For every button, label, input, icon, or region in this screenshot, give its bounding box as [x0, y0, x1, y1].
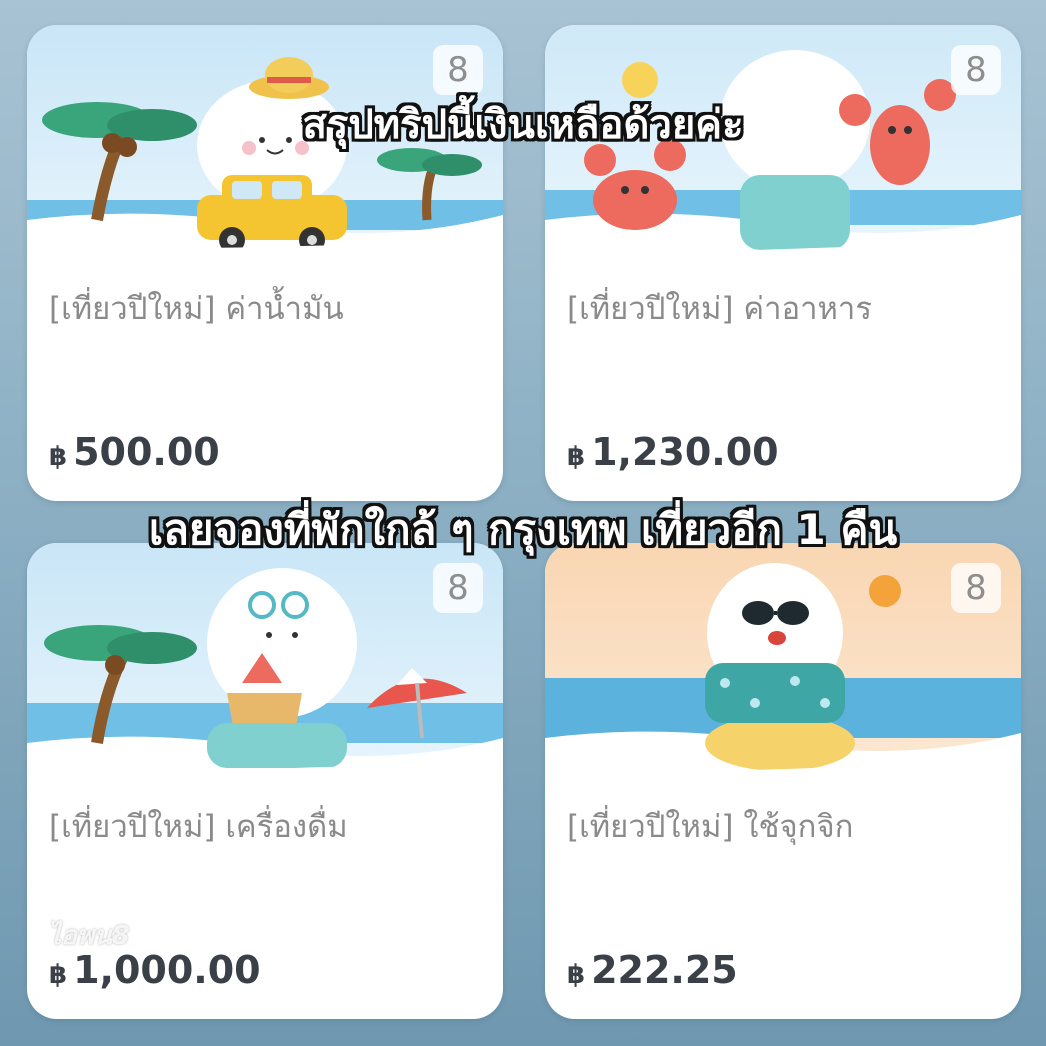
expense-title: [เที่ยวปีใหม่] เครื่องดื่ม	[49, 809, 348, 845]
member-count-badge: 8	[433, 45, 483, 95]
amount-value: 222.25	[591, 948, 738, 992]
amount-value: 500.00	[73, 430, 220, 474]
currency-symbol: ฿	[567, 442, 586, 472]
member-count-badge: 8	[951, 563, 1001, 613]
expense-title: [เที่ยวปีใหม่] ใช้จุกจิก	[567, 809, 854, 845]
card-illustration	[545, 543, 1021, 778]
watermark: ไอพน8	[48, 921, 130, 951]
expense-card-misc[interactable]: 8 [เที่ยวปีใหม่] ใช้จุกจิก ฿ 222.25	[545, 543, 1021, 1019]
member-count-badge: 8	[433, 563, 483, 613]
card-illustration	[27, 543, 503, 778]
expense-amount: ฿ 222.25	[567, 948, 738, 992]
currency-symbol: ฿	[567, 960, 586, 990]
caption-top: สรุปทริปนี้เงินเหลือด้วยค่ะ	[302, 102, 744, 148]
expense-amount: ฿ 1,230.00	[567, 430, 779, 474]
member-count-badge: 8	[951, 45, 1001, 95]
expense-title: [เที่ยวปีใหม่] ค่าอาหาร	[567, 291, 872, 327]
caption-middle: เลยจองที่พักใกล้ ๆ กรุงเทพ เที่ยวอีก 1 ค…	[148, 505, 898, 554]
expense-title: [เที่ยวปีใหม่] ค่าน้ำมัน	[49, 291, 344, 327]
currency-symbol: ฿	[49, 442, 68, 472]
currency-symbol: ฿	[49, 960, 68, 990]
expense-amount: ฿ 500.00	[49, 430, 220, 474]
amount-value: 1,230.00	[591, 430, 779, 474]
